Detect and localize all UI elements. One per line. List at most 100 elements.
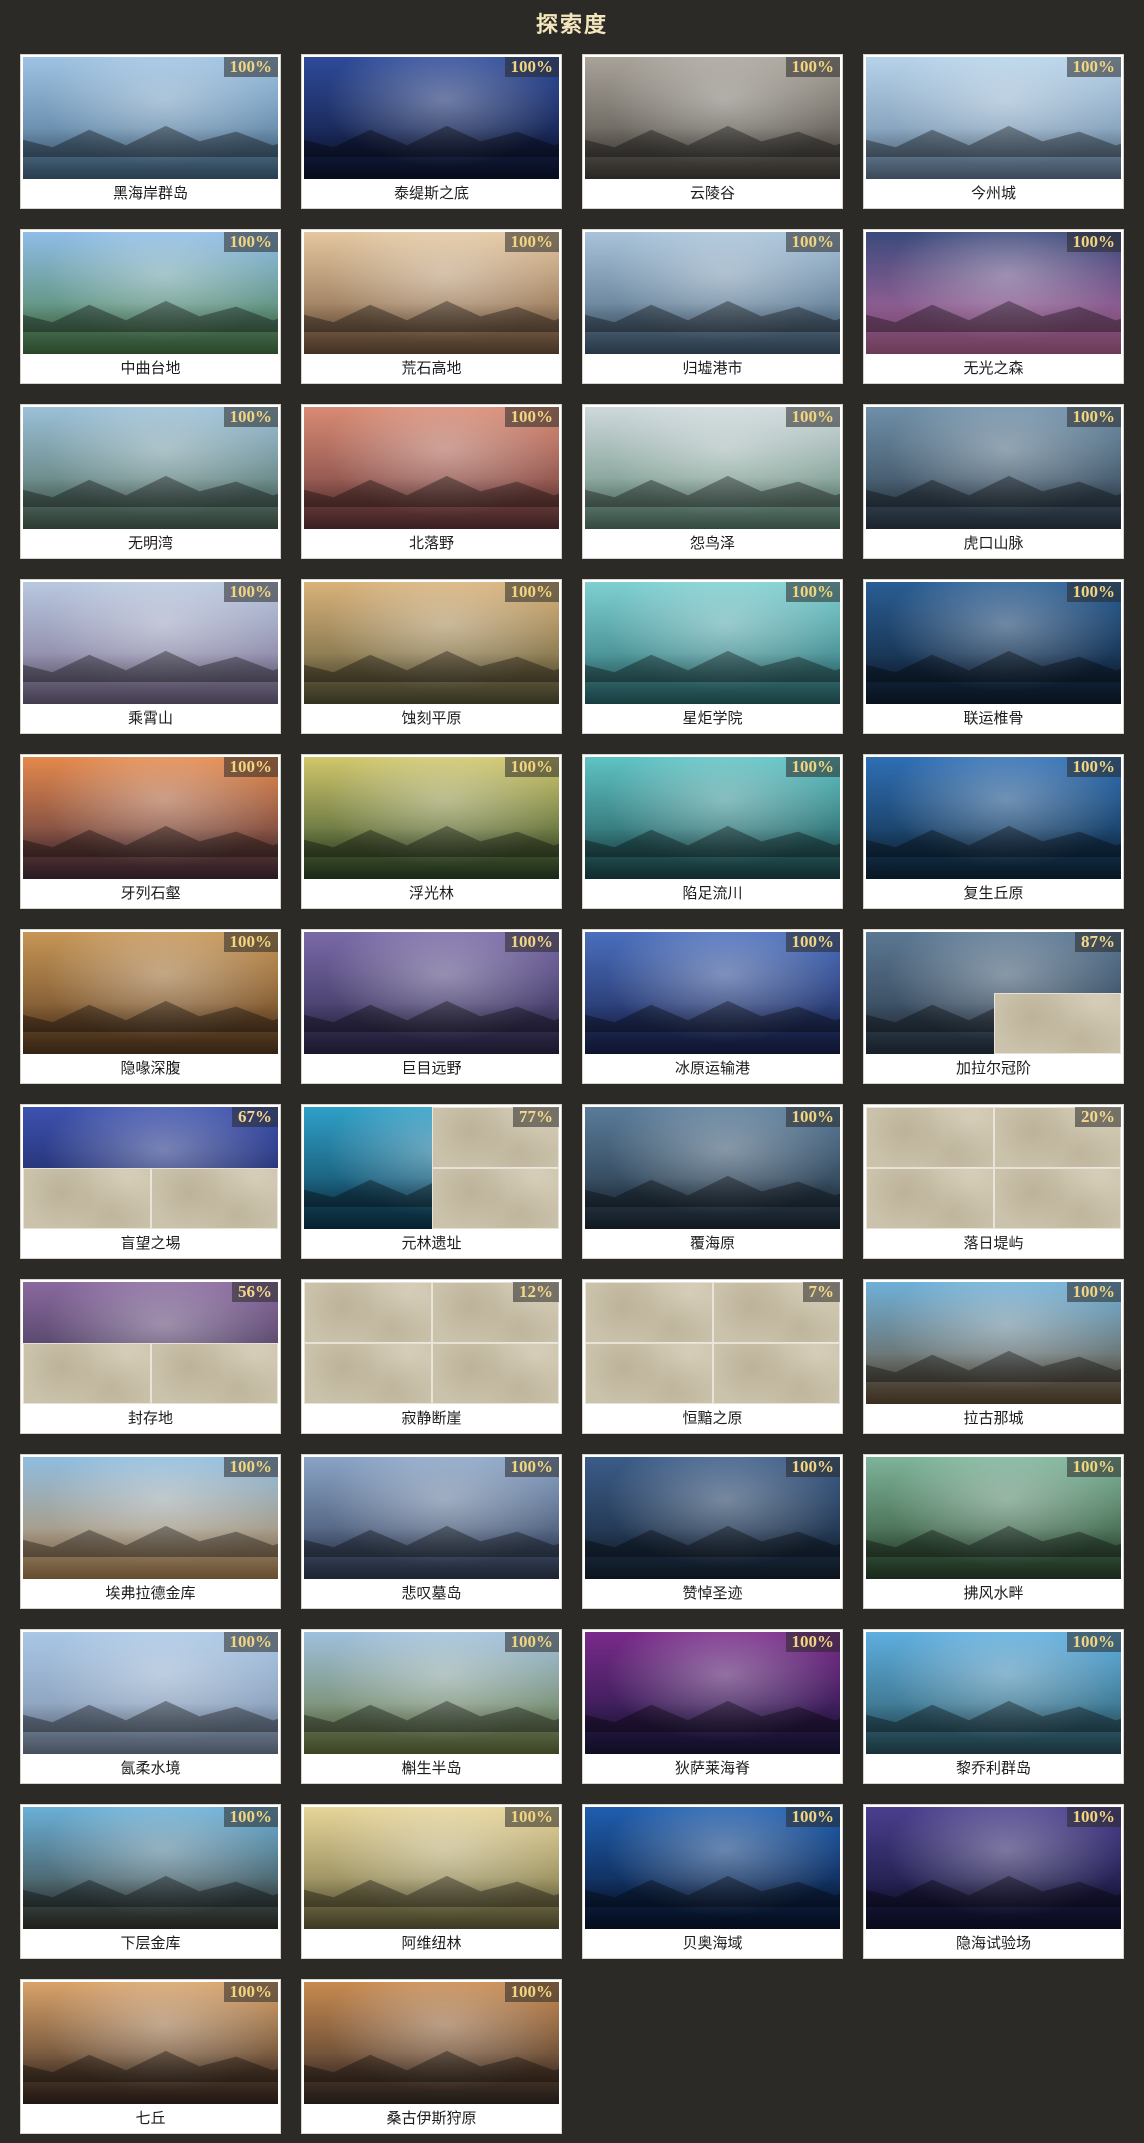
exploration-percent-badge: 100% bbox=[504, 757, 559, 777]
region-card[interactable]: 100% 覆海原 bbox=[582, 1104, 843, 1259]
unexplored-fog-tile bbox=[585, 1343, 713, 1404]
region-card[interactable]: 100% 拂风水畔 bbox=[863, 1454, 1124, 1609]
region-card[interactable]: 100% 阿维纽林 bbox=[301, 1804, 562, 1959]
region-card[interactable]: 100% 归墟港市 bbox=[582, 229, 843, 384]
region-name-label: 冰原运输港 bbox=[674, 1059, 750, 1077]
region-card[interactable]: 100% 怨鸟泽 bbox=[582, 404, 843, 559]
region-thumbnail: 100% bbox=[23, 57, 278, 179]
region-card[interactable]: 100% 牙列石壑 bbox=[20, 754, 281, 909]
exploration-percent-badge: 20% bbox=[1075, 1107, 1121, 1127]
region-card[interactable]: 100% 北落野 bbox=[301, 404, 562, 559]
region-name-label: 中曲台地 bbox=[120, 359, 181, 377]
region-card[interactable]: 12% 寂静断崖 bbox=[301, 1279, 562, 1434]
region-thumbnail: 87% bbox=[866, 932, 1121, 1054]
exploration-percent-badge: 100% bbox=[1066, 232, 1121, 252]
region-name-label: 陷足流川 bbox=[682, 884, 743, 902]
region-name-label: 阿维纽林 bbox=[401, 1934, 462, 1952]
region-card[interactable]: 100% 七丘 bbox=[20, 1979, 281, 2134]
region-name-label: 封存地 bbox=[127, 1409, 173, 1427]
region-card[interactable]: 100% 乘霄山 bbox=[20, 579, 281, 734]
region-card[interactable]: 100% 拉古那城 bbox=[863, 1279, 1124, 1434]
region-card[interactable]: 100% 陷足流川 bbox=[582, 754, 843, 909]
region-card[interactable]: 100% 冰原运输港 bbox=[582, 929, 843, 1084]
region-card[interactable]: 100% 隐海试验场 bbox=[863, 1804, 1124, 1959]
exploration-percent-badge: 100% bbox=[223, 582, 278, 602]
region-name-label: 无光之森 bbox=[963, 359, 1024, 377]
region-thumbnail: 100% bbox=[866, 757, 1121, 879]
unexplored-fog-tile bbox=[150, 1343, 278, 1404]
region-card[interactable]: 100% 氤柔水境 bbox=[20, 1629, 281, 1784]
exploration-percent-badge: 100% bbox=[785, 582, 840, 602]
region-thumbnail: 12% bbox=[304, 1282, 559, 1404]
region-name-label: 覆海原 bbox=[689, 1234, 735, 1252]
region-card[interactable]: 77% 元林遗址 bbox=[301, 1104, 562, 1259]
region-card[interactable]: 100% 泰缇斯之底 bbox=[301, 54, 562, 209]
region-name-label: 隐海试验场 bbox=[955, 1934, 1031, 1952]
exploration-percent-badge: 56% bbox=[232, 1282, 278, 1302]
region-thumbnail: 100% bbox=[866, 1632, 1121, 1754]
region-card[interactable]: 56% 封存地 bbox=[20, 1279, 281, 1434]
region-thumbnail: 100% bbox=[585, 1457, 840, 1579]
exploration-percent-badge: 100% bbox=[785, 57, 840, 77]
region-card[interactable]: 100% 赞悼圣迹 bbox=[582, 1454, 843, 1609]
region-card[interactable]: 100% 今州城 bbox=[863, 54, 1124, 209]
region-card[interactable]: 100% 狄萨莱海脊 bbox=[582, 1629, 843, 1784]
exploration-percent-badge: 12% bbox=[513, 1282, 559, 1302]
region-thumbnail: 100% bbox=[23, 232, 278, 354]
region-card[interactable]: 100% 黑海岸群岛 bbox=[20, 54, 281, 209]
region-thumbnail: 100% bbox=[866, 407, 1121, 529]
region-card[interactable]: 100% 荒石高地 bbox=[301, 229, 562, 384]
region-card[interactable]: 100% 悲叹墓岛 bbox=[301, 1454, 562, 1609]
region-thumbnail: 7% bbox=[585, 1282, 840, 1404]
region-name-label: 今州城 bbox=[970, 184, 1016, 202]
region-card[interactable]: 100% 黎乔利群岛 bbox=[863, 1629, 1124, 1784]
region-card[interactable]: 67% 盲望之埸 bbox=[20, 1104, 281, 1259]
unexplored-fog-tile bbox=[431, 1168, 559, 1229]
region-name-label: 拂风水畔 bbox=[963, 1584, 1024, 1602]
region-card[interactable]: 87% 加拉尔冠阶 bbox=[863, 929, 1124, 1084]
region-card[interactable]: 100% 无明湾 bbox=[20, 404, 281, 559]
exploration-percent-badge: 100% bbox=[504, 1632, 559, 1652]
region-thumbnail: 100% bbox=[304, 1982, 559, 2104]
region-card[interactable]: 100% 中曲台地 bbox=[20, 229, 281, 384]
region-thumbnail: 100% bbox=[585, 57, 840, 179]
unexplored-fog-tile bbox=[304, 1343, 432, 1404]
exploration-percent-badge: 100% bbox=[504, 57, 559, 77]
region-card[interactable]: 100% 浮光林 bbox=[301, 754, 562, 909]
region-card[interactable]: 100% 联运椎骨 bbox=[863, 579, 1124, 734]
region-card[interactable]: 100% 蚀刻平原 bbox=[301, 579, 562, 734]
region-card[interactable]: 100% 巨目远野 bbox=[301, 929, 562, 1084]
region-name-label: 牙列石壑 bbox=[120, 884, 181, 902]
region-card[interactable]: 100% 槲生半岛 bbox=[301, 1629, 562, 1784]
region-thumbnail: 100% bbox=[585, 232, 840, 354]
region-thumbnail: 100% bbox=[23, 1807, 278, 1929]
region-thumbnail: 100% bbox=[866, 1282, 1121, 1404]
region-name-label: 复生丘原 bbox=[963, 884, 1024, 902]
region-thumbnail: 56% bbox=[23, 1282, 278, 1404]
exploration-percent-badge: 100% bbox=[223, 1982, 278, 2002]
region-thumbnail: 100% bbox=[23, 757, 278, 879]
region-card[interactable]: 100% 星炬学院 bbox=[582, 579, 843, 734]
exploration-percent-badge: 100% bbox=[1066, 757, 1121, 777]
unexplored-fog-tile bbox=[150, 1168, 278, 1229]
unexplored-fog-tile bbox=[866, 1168, 994, 1229]
region-card[interactable]: 100% 复生丘原 bbox=[863, 754, 1124, 909]
exploration-percent-badge: 7% bbox=[802, 1282, 840, 1302]
region-name-label: 泰缇斯之底 bbox=[393, 184, 469, 202]
region-card[interactable]: 100% 桑古伊斯狩原 bbox=[301, 1979, 562, 2134]
region-card[interactable]: 100% 埃弗拉德金库 bbox=[20, 1454, 281, 1609]
exploration-percent-badge: 100% bbox=[504, 582, 559, 602]
region-thumbnail: 100% bbox=[585, 1807, 840, 1929]
region-name-label: 荒石高地 bbox=[401, 359, 462, 377]
region-card[interactable]: 100% 下层金库 bbox=[20, 1804, 281, 1959]
region-card[interactable]: 100% 虎口山脉 bbox=[863, 404, 1124, 559]
region-card[interactable]: 100% 无光之森 bbox=[863, 229, 1124, 384]
region-card[interactable]: 20% 落日堤屿 bbox=[863, 1104, 1124, 1259]
region-card[interactable]: 7% 恒黯之原 bbox=[582, 1279, 843, 1434]
region-card[interactable]: 100% 隐喙深腹 bbox=[20, 929, 281, 1084]
region-card[interactable]: 100% 云陵谷 bbox=[582, 54, 843, 209]
region-name-label: 黑海岸群岛 bbox=[112, 184, 188, 202]
region-card[interactable]: 100% 贝奥海域 bbox=[582, 1804, 843, 1959]
exploration-percent-badge: 100% bbox=[785, 1457, 840, 1477]
exploration-percent-badge: 87% bbox=[1075, 932, 1121, 952]
